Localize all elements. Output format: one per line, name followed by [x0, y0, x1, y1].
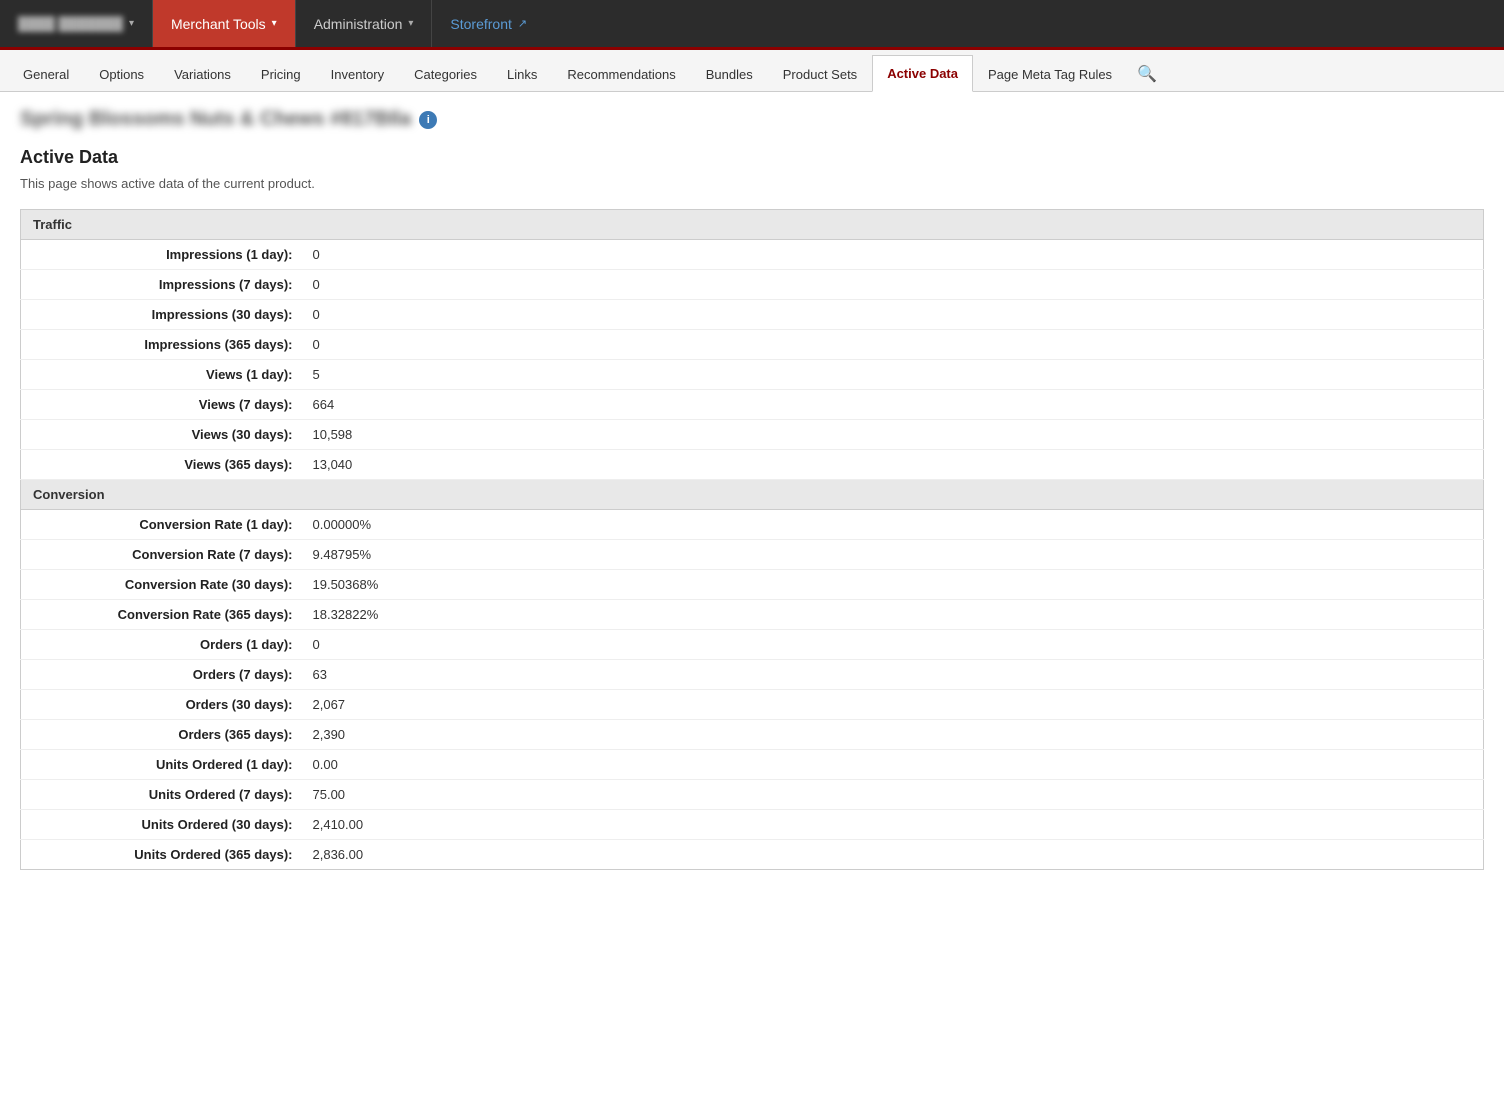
table-row: Orders (1 day): 0 [21, 630, 1484, 660]
table-row: Units Ordered (7 days): 75.00 [21, 780, 1484, 810]
conversion-group-label: Conversion [21, 480, 1484, 510]
views-1day-value: 5 [301, 360, 1484, 390]
impressions-30days-label: Impressions (30 days): [21, 300, 301, 330]
tab-active-data[interactable]: Active Data [872, 55, 973, 92]
table-row: Views (30 days): 10,598 [21, 420, 1484, 450]
storefront-label: Storefront [450, 16, 511, 32]
views-365days-value: 13,040 [301, 450, 1484, 480]
units-ordered-365days-label: Units Ordered (365 days): [21, 840, 301, 870]
conv-rate-7days-value: 9.48795% [301, 540, 1484, 570]
conv-rate-365days-label: Conversion Rate (365 days): [21, 600, 301, 630]
tab-general[interactable]: General [8, 56, 84, 92]
tabs-bar: General Options Variations Pricing Inven… [0, 50, 1504, 92]
units-ordered-1day-label: Units Ordered (1 day): [21, 750, 301, 780]
orders-30days-value: 2,067 [301, 690, 1484, 720]
orders-1day-label: Orders (1 day): [21, 630, 301, 660]
top-navigation: ████ ███████ ▾ Merchant Tools ▾ Administ… [0, 0, 1504, 50]
impressions-365days-value: 0 [301, 330, 1484, 360]
conv-rate-1day-value: 0.00000% [301, 510, 1484, 540]
tab-links[interactable]: Links [492, 56, 552, 92]
tab-pricing[interactable]: Pricing [246, 56, 316, 92]
tab-search-icon[interactable]: 🔍 [1127, 56, 1167, 92]
tab-variations[interactable]: Variations [159, 56, 246, 92]
table-row: Conversion Rate (1 day): 0.00000% [21, 510, 1484, 540]
orders-7days-label: Orders (7 days): [21, 660, 301, 690]
conv-rate-30days-label: Conversion Rate (30 days): [21, 570, 301, 600]
site-selector-chevron: ▾ [129, 18, 134, 29]
administration-menu[interactable]: Administration ▾ [296, 0, 433, 47]
views-365days-label: Views (365 days): [21, 450, 301, 480]
table-row: Impressions (30 days): 0 [21, 300, 1484, 330]
conversion-group-header: Conversion [21, 480, 1484, 510]
conv-rate-7days-label: Conversion Rate (7 days): [21, 540, 301, 570]
external-link-icon: ↗ [518, 17, 527, 30]
impressions-1day-value: 0 [301, 240, 1484, 270]
table-row: Units Ordered (30 days): 2,410.00 [21, 810, 1484, 840]
orders-30days-label: Orders (30 days): [21, 690, 301, 720]
views-7days-label: Views (7 days): [21, 390, 301, 420]
table-row: Orders (365 days): 2,390 [21, 720, 1484, 750]
units-ordered-7days-label: Units Ordered (7 days): [21, 780, 301, 810]
tab-bundles[interactable]: Bundles [691, 56, 768, 92]
table-row: Conversion Rate (30 days): 19.50368% [21, 570, 1484, 600]
table-row: Conversion Rate (365 days): 18.32822% [21, 600, 1484, 630]
orders-7days-value: 63 [301, 660, 1484, 690]
site-selector-text: ████ ███████ [18, 16, 123, 31]
conv-rate-30days-value: 19.50368% [301, 570, 1484, 600]
views-7days-value: 664 [301, 390, 1484, 420]
site-selector[interactable]: ████ ███████ ▾ [0, 0, 153, 47]
units-ordered-365days-value: 2,836.00 [301, 840, 1484, 870]
page-heading: Active Data [20, 147, 1484, 168]
table-row: Units Ordered (365 days): 2,836.00 [21, 840, 1484, 870]
page-description: This page shows active data of the curre… [20, 176, 1484, 191]
traffic-group-header: Traffic [21, 210, 1484, 240]
units-ordered-30days-value: 2,410.00 [301, 810, 1484, 840]
merchant-tools-label: Merchant Tools [171, 16, 266, 32]
product-title: Spring Blossoms Nuts & Chews #817BIla [20, 108, 411, 131]
units-ordered-1day-value: 0.00 [301, 750, 1484, 780]
units-ordered-30days-label: Units Ordered (30 days): [21, 810, 301, 840]
merchant-tools-menu[interactable]: Merchant Tools ▾ [153, 0, 296, 47]
traffic-group-label: Traffic [21, 210, 1484, 240]
conv-rate-1day-label: Conversion Rate (1 day): [21, 510, 301, 540]
views-30days-value: 10,598 [301, 420, 1484, 450]
impressions-365days-label: Impressions (365 days): [21, 330, 301, 360]
impressions-30days-value: 0 [301, 300, 1484, 330]
table-row: Orders (7 days): 63 [21, 660, 1484, 690]
table-row: Impressions (365 days): 0 [21, 330, 1484, 360]
tab-product-sets[interactable]: Product Sets [768, 56, 872, 92]
views-30days-label: Views (30 days): [21, 420, 301, 450]
orders-1day-value: 0 [301, 630, 1484, 660]
active-data-table: Traffic Impressions (1 day): 0 Impressio… [20, 209, 1484, 870]
administration-chevron: ▾ [408, 18, 413, 29]
tab-inventory[interactable]: Inventory [316, 56, 399, 92]
page-content: Spring Blossoms Nuts & Chews #817BIla i … [0, 92, 1504, 886]
units-ordered-7days-value: 75.00 [301, 780, 1484, 810]
orders-365days-label: Orders (365 days): [21, 720, 301, 750]
table-row: Units Ordered (1 day): 0.00 [21, 750, 1484, 780]
product-title-row: Spring Blossoms Nuts & Chews #817BIla i [20, 108, 1484, 131]
table-row: Views (365 days): 13,040 [21, 450, 1484, 480]
orders-365days-value: 2,390 [301, 720, 1484, 750]
info-icon[interactable]: i [419, 111, 437, 129]
table-row: Views (7 days): 664 [21, 390, 1484, 420]
tab-recommendations[interactable]: Recommendations [552, 56, 690, 92]
impressions-7days-value: 0 [301, 270, 1484, 300]
impressions-1day-label: Impressions (1 day): [21, 240, 301, 270]
administration-label: Administration [314, 16, 403, 32]
tab-options[interactable]: Options [84, 56, 159, 92]
impressions-7days-label: Impressions (7 days): [21, 270, 301, 300]
table-row: Views (1 day): 5 [21, 360, 1484, 390]
conv-rate-365days-value: 18.32822% [301, 600, 1484, 630]
tab-page-meta-tag-rules[interactable]: Page Meta Tag Rules [973, 56, 1127, 92]
table-row: Conversion Rate (7 days): 9.48795% [21, 540, 1484, 570]
table-row: Orders (30 days): 2,067 [21, 690, 1484, 720]
table-row: Impressions (1 day): 0 [21, 240, 1484, 270]
table-row: Impressions (7 days): 0 [21, 270, 1484, 300]
views-1day-label: Views (1 day): [21, 360, 301, 390]
merchant-tools-chevron: ▾ [272, 18, 277, 29]
tab-categories[interactable]: Categories [399, 56, 492, 92]
storefront-link[interactable]: Storefront ↗ [432, 0, 545, 47]
